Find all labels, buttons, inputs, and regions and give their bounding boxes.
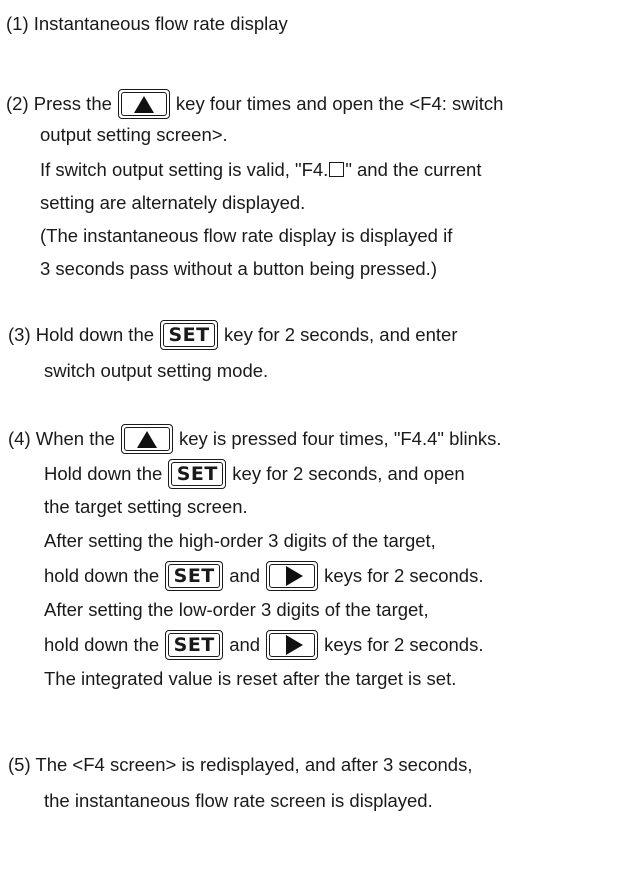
step-4-line-1: (4) When the key is pressed four times, … (8, 424, 502, 454)
step-text: " and the current (345, 158, 482, 180)
step-text: (The instantaneous flow rate display is … (40, 224, 453, 246)
step-text: (4) When the (8, 427, 115, 449)
step-2-line-2: output setting screen>. (40, 120, 228, 150)
step-2-line-6: 3 seconds pass without a button being pr… (40, 254, 437, 284)
step-text: and (229, 633, 261, 655)
set-key: SET (168, 459, 227, 489)
right-key (266, 630, 319, 660)
step-1-line-1: (1) Instantaneous flow rate display (6, 9, 288, 39)
set-key-label: SET (168, 323, 210, 346)
step-4-line-2: Hold down the SET key for 2 seconds, and… (44, 459, 465, 489)
blank-digit-box-icon (329, 161, 345, 177)
step-text: After setting the low-order 3 digits of … (44, 598, 429, 620)
step-text: key is pressed four times, "F4.4" blinks… (178, 427, 502, 449)
up-key (120, 424, 173, 454)
step-4-line-8: The integrated value is reset after the … (44, 664, 456, 694)
step-text: (5) The <F4 screen> is redisplayed, and … (8, 753, 473, 775)
set-key-label: SET (176, 462, 218, 485)
set-key: SET (165, 630, 224, 660)
step-3-line-1: (3) Hold down the SET key for 2 seconds,… (8, 320, 457, 350)
step-text: (3) Hold down the (8, 323, 155, 345)
up-triangle-icon (136, 430, 157, 448)
step-text: output setting screen>. (40, 123, 228, 145)
step-text: hold down the (44, 564, 160, 586)
step-4-line-6: After setting the low-order 3 digits of … (44, 595, 429, 625)
step-3-line-2: switch output setting mode. (44, 356, 268, 386)
step-2-line-3: If switch output setting is valid, "F4. … (40, 155, 481, 185)
up-key (117, 89, 170, 119)
step-text: hold down the (44, 633, 160, 655)
step-text: If switch output setting is valid, "F4. (40, 158, 329, 180)
step-5-line-1: (5) The <F4 screen> is redisplayed, and … (8, 750, 472, 780)
step-2-line-1: (2) Press the key four times and open th… (6, 89, 503, 119)
right-triangle-icon (285, 635, 303, 655)
step-text: and (229, 564, 261, 586)
step-text: key four times and open the <F4: switch (175, 92, 504, 114)
right-key (266, 561, 319, 591)
set-key: SET (165, 561, 224, 591)
step-text: key for 2 seconds, and open (232, 462, 465, 484)
step-4-line-7: hold down the SET and keys for 2 seconds… (44, 630, 483, 660)
step-text: the instantaneous flow rate screen is di… (44, 789, 433, 811)
step-text: key for 2 seconds, and enter (224, 323, 458, 345)
step-text: the target setting screen. (44, 495, 248, 517)
step-2-line-4: setting are alternately displayed. (40, 188, 305, 218)
step-text: 3 seconds pass without a button being pr… (40, 257, 437, 279)
step-text: Hold down the (44, 462, 163, 484)
up-triangle-icon (133, 95, 154, 113)
set-key: SET (160, 320, 219, 350)
step-text: (1) Instantaneous flow rate display (6, 12, 288, 34)
set-key-label: SET (173, 633, 215, 656)
step-text: After setting the high-order 3 digits of… (44, 529, 436, 551)
step-4-line-5: hold down the SET and keys for 2 seconds… (44, 561, 483, 591)
step-text: setting are alternately displayed. (40, 191, 306, 213)
set-key-label: SET (173, 564, 215, 587)
step-4-line-3: the target setting screen. (44, 492, 248, 522)
step-5-line-2: the instantaneous flow rate screen is di… (44, 786, 433, 816)
right-triangle-icon (285, 566, 303, 586)
step-text: keys for 2 seconds. (324, 633, 484, 655)
step-text: The integrated value is reset after the … (44, 667, 457, 689)
step-text: keys for 2 seconds. (324, 564, 484, 586)
step-text: switch output setting mode. (44, 359, 269, 381)
step-4-line-4: After setting the high-order 3 digits of… (44, 526, 436, 556)
step-text: (2) Press the (6, 92, 112, 114)
step-2-line-5: (The instantaneous flow rate display is … (40, 221, 452, 251)
